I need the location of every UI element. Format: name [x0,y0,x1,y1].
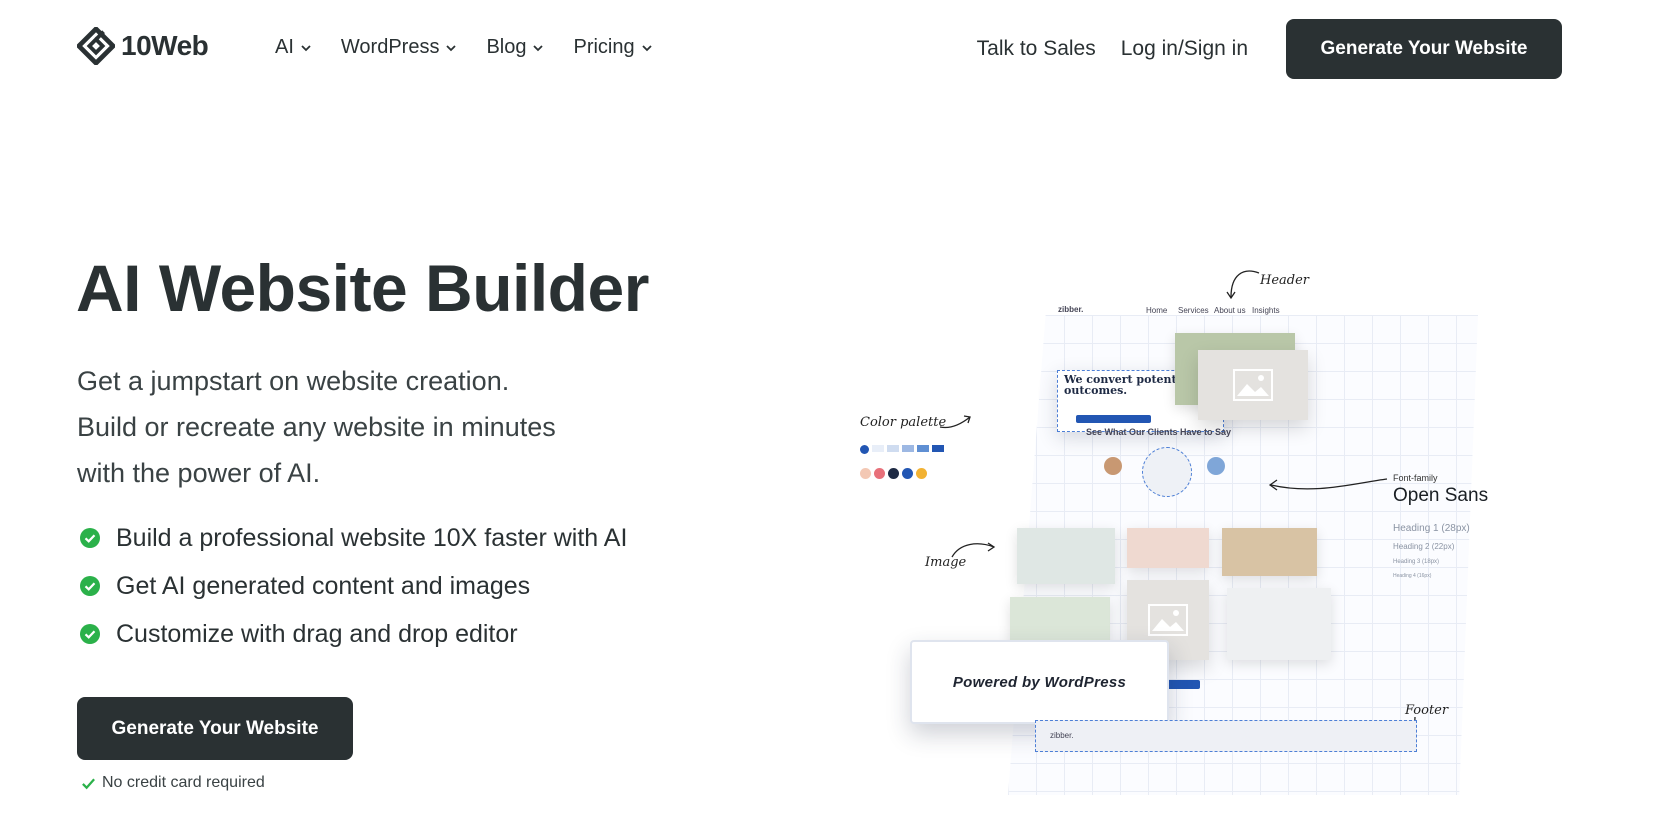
curved-arrow-icon [939,415,971,429]
annotation-header: Header [1260,273,1310,288]
mock-nav-about: About us [1214,306,1246,315]
talk-to-sales-link[interactable]: Talk to Sales [977,37,1096,61]
no-credit-card-text: No credit card required [102,774,265,791]
login-link[interactable]: Log in/Sign in [1121,37,1248,61]
mock-logo: zibber. [1058,305,1084,314]
feature-item: Build a professional website 10X faster … [80,514,627,562]
chevron-down-icon [533,44,544,51]
menu-item-label: AI [275,36,294,58]
image-icon [1148,604,1188,636]
menu-item-label: Blog [486,36,527,58]
hero-subtitle: Get a jumpstart on website creation. Bui… [77,358,717,496]
mock-start-button [1076,415,1151,423]
hero-title: AI Website Builder [76,251,649,325]
generate-website-button-hero[interactable]: Generate Your Website [77,697,353,760]
generate-website-button-nav[interactable]: Generate Your Website [1286,19,1562,79]
chevron-down-icon [641,44,652,51]
palette-swatch [902,445,914,452]
gallery-photo [1222,528,1317,576]
check-circle-icon [80,528,100,548]
mock-nav-insights: Insights [1252,306,1280,315]
palette-swatch [902,468,913,479]
palette-swatch [860,468,871,479]
hero-subtitle-line: Build or recreate any website in minutes [77,412,556,442]
feature-text: Build a professional website 10X faster … [116,523,628,552]
mock-footer-logo: zibber. [1050,731,1074,740]
palette-color-row [860,468,927,479]
hero-subtitle-line: Get a jumpstart on website creation. [77,366,510,396]
palette-swatch [872,445,884,452]
top-navbar: 10Web AI WordPress Blog Pricing Talk to … [0,0,1661,96]
hero-illustration: zibber. Home Services About us Insights … [860,270,1600,832]
avatar [1104,457,1122,475]
palette-swatch [874,468,885,479]
mock-footer: zibber. [1035,720,1417,752]
curved-arrow-icon [951,542,996,558]
palette-swatch [887,445,899,452]
heading-sample: Heading 1 (28px) [1393,523,1470,534]
palette-swatch [860,445,869,454]
feature-item: Get AI generated content and images [80,562,627,610]
menu-item-blog[interactable]: Blog [486,36,544,59]
checkmark-icon [82,778,95,789]
heading-sample: Heading 2 (22px) [1393,542,1455,551]
brand-logo[interactable]: 10Web [77,27,209,65]
annotation-color-palette: Color palette [860,415,947,430]
image-icon [1233,369,1273,401]
gallery-photo [1017,528,1115,584]
curved-arrow-icon [1226,270,1260,300]
palette-swatch [888,468,899,479]
font-panel: Font-family Open Sans Heading 1 (28px) H… [1393,473,1488,579]
feature-text: Get AI generated content and images [116,571,531,600]
mock-nav-services: Services [1178,306,1209,315]
mock-nav-home: Home [1146,306,1168,315]
palette-swatch [932,445,944,452]
mock-section-title: See What Our Clients Have to Say [1086,427,1232,437]
feature-item: Customize with drag and drop editor [80,610,627,658]
chevron-down-icon [301,44,311,51]
menu-item-label: WordPress [340,36,440,58]
palette-swatch [917,445,929,452]
palette-swatch [916,468,927,479]
curved-arrow-icon [1268,478,1388,491]
nav-actions: Talk to Sales Log in/Sign in Generate Yo… [977,19,1562,79]
palette-shade-row [860,445,944,454]
10web-logo-icon [77,27,115,65]
avatar [1207,457,1225,475]
menu-item-ai[interactable]: AI [275,36,311,59]
hero-subtitle-line: with the power of AI. [77,458,321,488]
font-family-value: Open Sans [1393,485,1489,506]
menu-item-label: Pricing [573,36,635,58]
gallery-photo [1127,528,1209,568]
feature-list: Build a professional website 10X faster … [80,514,627,658]
check-circle-icon [80,576,100,596]
chevron-down-icon [446,44,457,51]
brand-name: 10Web [121,30,209,61]
font-family-label: Font-family [1393,473,1438,483]
feature-text: Customize with drag and drop editor [116,619,518,648]
powered-by-card: Powered by WordPress [910,640,1169,724]
menu-item-pricing[interactable]: Pricing [573,36,652,59]
no-credit-card-note: No credit card required [81,774,265,792]
main-menu: AI WordPress Blog Pricing [275,36,652,59]
heading-sample: Heading 4 (16px) [1393,573,1432,579]
image-placeholder [1198,350,1308,420]
gallery-photo [1010,597,1110,645]
check-circle-icon [80,624,100,644]
powered-by-text: Powered by WordPress [952,673,1127,691]
menu-item-wordpress[interactable]: WordPress [341,36,457,59]
heading-sample: Heading 3 (18px) [1393,559,1440,565]
gallery-photo [1227,588,1331,660]
avatar-placeholder [1142,447,1192,497]
